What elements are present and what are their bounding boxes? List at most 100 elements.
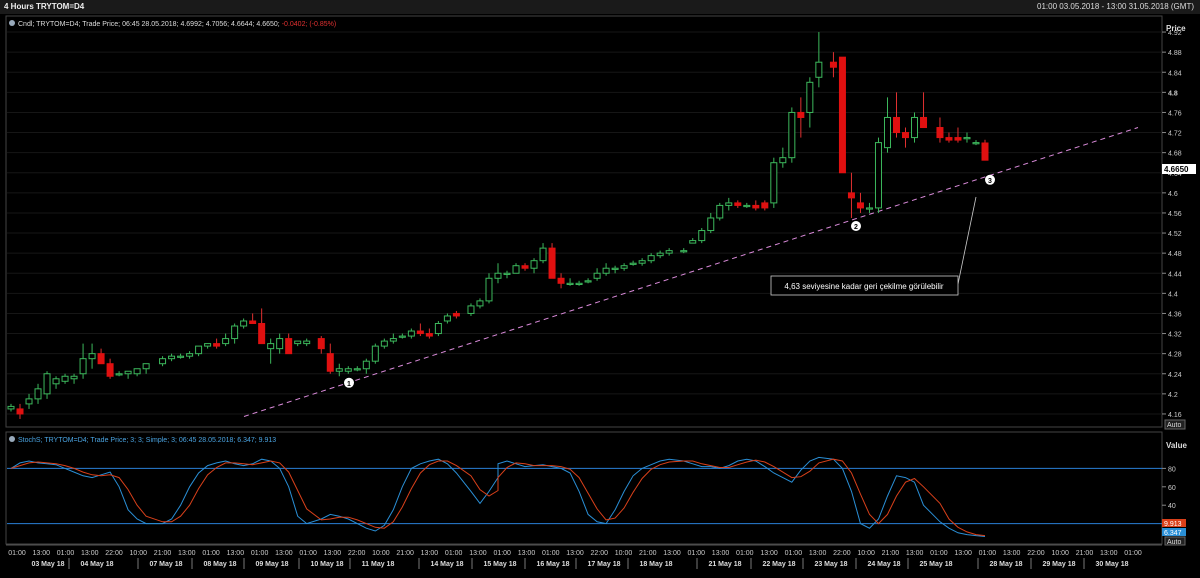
x-time-tick: 13:00 (712, 550, 730, 557)
candle-body (258, 323, 266, 345)
x-time-tick: 13:00 (663, 550, 681, 557)
x-date-label: 23 May 18 (814, 561, 847, 568)
x-date-label: 22 May 18 (762, 561, 795, 568)
x-time-tick: 13:00 (518, 550, 536, 557)
x-date-label: 15 May 18 (483, 561, 516, 568)
candle-body (779, 157, 787, 164)
candle-body (168, 355, 176, 360)
price-tick-label: 4.72 (1168, 131, 1182, 138)
candle-body (231, 325, 239, 340)
candle-body (115, 373, 123, 376)
candle-body (512, 265, 520, 274)
x-time-tick: 13:00 (32, 550, 50, 557)
candle-body (602, 267, 610, 274)
candle-body (159, 358, 167, 365)
candle-body (204, 343, 212, 347)
window-date-range: 01:00 03.05.2018 - 13:00 31.05.2018 (GMT… (1037, 2, 1194, 11)
x-time-tick: 21:00 (154, 550, 172, 557)
x-date-label: 28 May 18 (989, 561, 1022, 568)
x-time-tick: 01:00 (251, 550, 269, 557)
x-date-label: 03 May 18 (31, 561, 64, 568)
candle-body (344, 368, 352, 372)
x-time-tick: 13:00 (178, 550, 196, 557)
x-time-tick: 13:00 (760, 550, 778, 557)
candle-body (177, 355, 185, 358)
candle-body (656, 252, 664, 257)
candle-body (335, 368, 343, 372)
x-time-tick: 01:00 (202, 550, 220, 557)
x-time-tick: 13:00 (469, 550, 487, 557)
x-date-label: 11 May 18 (362, 561, 395, 568)
price-tick-label: 4.68 (1168, 151, 1182, 158)
candle-body (70, 375, 78, 380)
x-time-tick: 01:00 (299, 550, 317, 557)
candle-body (584, 280, 592, 283)
candle-body (665, 250, 673, 254)
price-tick-label: 4.36 (1168, 311, 1182, 318)
window-title-bar: 4 Hours TRYTOM=D4 01:00 03.05.2018 - 13:… (0, 0, 1200, 15)
candle-body (276, 338, 284, 350)
stoch-panel-frame (5, 431, 1163, 545)
candle-body (97, 353, 105, 365)
candle-body (797, 111, 805, 118)
candle-body (680, 250, 688, 253)
price-tick-label: 4.48 (1168, 251, 1182, 258)
window-title: 4 Hours TRYTOM=D4 (4, 2, 85, 11)
price-chart[interactable]: 4.16 4.2 4.24 4.28 4.32 4.36 4.4 4.44 4.48 4.52 4.… (0, 14, 1200, 578)
candle-body (443, 315, 451, 322)
candle-body (945, 137, 953, 141)
x-date-label: 09 May 18 (255, 561, 288, 568)
price-tick-label: 4.32 (1168, 332, 1182, 339)
candle-body (629, 262, 637, 265)
x-time-tick: 01:00 (542, 550, 560, 557)
candle-body (249, 320, 257, 324)
x-time-tick: 13:00 (275, 550, 293, 557)
callout-text: 4,63 seviyesine kadar geri çekilme görül… (784, 282, 944, 291)
x-time-tick: 13:00 (421, 550, 439, 557)
candle-body (806, 81, 814, 113)
candle-body (698, 230, 706, 242)
candle-body (883, 116, 891, 149)
x-time-tick: 01:00 (785, 550, 803, 557)
price-axis-title: Price (1166, 24, 1186, 33)
candle-body (539, 247, 547, 262)
candle-body (7, 405, 15, 410)
x-date-label: 30 May 18 (1095, 561, 1128, 568)
stoch-tick-label: 60 (1168, 485, 1176, 492)
candle-body (972, 142, 980, 145)
candle-body (389, 338, 397, 342)
candle-body (467, 305, 475, 314)
candle-body (43, 373, 51, 395)
candle-body (707, 217, 715, 232)
candle-body (963, 137, 971, 140)
stoch-tick-label: 40 (1168, 503, 1176, 510)
candle-body (380, 340, 388, 347)
stoch-axis-title: Value (1166, 441, 1187, 450)
x-time-tick: 22:00 (833, 550, 851, 557)
last-price-label: 4.6650 (1164, 165, 1189, 174)
candle-body (371, 345, 379, 362)
x-time-tick: 13:00 (1003, 550, 1021, 557)
candle-body (892, 116, 900, 134)
x-time-tick: 21:00 (639, 550, 657, 557)
candle-body (874, 142, 882, 209)
candle-body (416, 330, 424, 335)
x-time-tick: 10:00 (130, 550, 148, 557)
candle-body (911, 116, 919, 139)
x-time-tick: 13:00 (809, 550, 827, 557)
candle-body (770, 162, 778, 204)
candle-body (902, 132, 910, 139)
x-time-tick: 22:00 (1027, 550, 1045, 557)
x-time-tick: 13:00 (324, 550, 342, 557)
candle-body (920, 116, 928, 129)
price-change: -0.0402; (-0.85%) (282, 21, 336, 28)
candle-body (503, 272, 511, 275)
candle-body (743, 204, 751, 208)
price-tick-label: 4.76 (1168, 110, 1182, 117)
candle-body (285, 338, 293, 355)
x-date-label: 10 May 18 (310, 561, 343, 568)
stoch-auto-label: Auto (1167, 539, 1182, 546)
x-time-tick: 21:00 (1076, 550, 1094, 557)
candle-body (716, 204, 724, 219)
candle-body (936, 127, 944, 139)
